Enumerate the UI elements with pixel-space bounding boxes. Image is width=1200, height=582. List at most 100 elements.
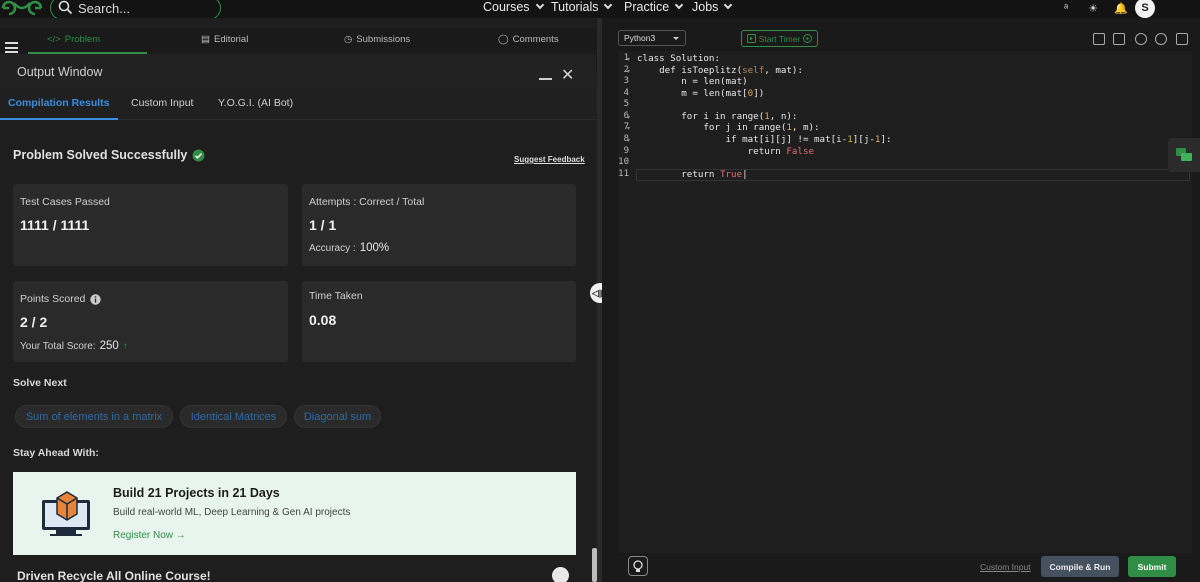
line-number: 11 bbox=[618, 169, 629, 179]
tab-problem[interactable]: </> Problem bbox=[47, 34, 100, 45]
code-line: for i in range(1, n): bbox=[637, 111, 798, 122]
code-icon: </> bbox=[47, 34, 61, 45]
tab-editorial-label: Editorial bbox=[213, 34, 249, 45]
points-label-text: Points Scored bbox=[20, 293, 86, 305]
suggest-feedback-link[interactable]: Suggest Feedback bbox=[514, 155, 585, 164]
fullscreen-icon[interactable] bbox=[1176, 33, 1188, 45]
laptop-package-icon bbox=[42, 491, 90, 536]
document-icon: ▤ bbox=[201, 34, 210, 45]
code-line: return False bbox=[637, 146, 815, 157]
attempts-value: 1 / 1 bbox=[309, 217, 337, 233]
tab-yogi-bot[interactable]: Y.O.G.I. (AI Bot) bbox=[218, 97, 293, 109]
copy-icon[interactable] bbox=[1093, 33, 1105, 45]
comment-icon: ◯ bbox=[498, 34, 509, 45]
chat-icon[interactable] bbox=[1168, 138, 1200, 172]
attempts-card: Attempts : Correct / Total 1 / 1 Accurac… bbox=[302, 184, 576, 266]
fold-icon[interactable]: ▾ bbox=[627, 125, 630, 132]
solve-next-chip[interactable]: Diagonal sum bbox=[294, 405, 381, 428]
compile-run-button[interactable]: Compile & Run bbox=[1041, 556, 1119, 577]
total-score-label: Your Total Score: bbox=[20, 340, 96, 352]
tab-problem-label: Problem bbox=[64, 34, 101, 45]
info-icon[interactable] bbox=[90, 293, 102, 305]
tab-comments[interactable]: ◯ Comments bbox=[498, 34, 559, 45]
custom-input-link[interactable]: Custom Input bbox=[980, 562, 1031, 572]
solve-next-chip[interactable]: Sum of elements in a matrix bbox=[15, 405, 173, 428]
line-number: 5 bbox=[623, 99, 629, 109]
code-line: return True| bbox=[637, 169, 748, 180]
fold-icon[interactable]: ▾ bbox=[627, 68, 630, 75]
line-number: 10 bbox=[618, 157, 629, 167]
submit-button[interactable]: Submit bbox=[1128, 556, 1176, 577]
code-line: n = len(mat) bbox=[637, 76, 748, 87]
caret-down-icon bbox=[673, 37, 679, 40]
code-line: if mat[i][j] != mat[i-1][j-1]: bbox=[637, 134, 892, 145]
nav-jobs[interactable]: Jobs bbox=[692, 0, 733, 14]
solve-next-chip[interactable]: Identical Matrices bbox=[180, 405, 287, 428]
search-input[interactable]: Search... bbox=[50, 0, 221, 20]
top-nav: Search... Courses Tutorials Practice Job… bbox=[0, 0, 1200, 20]
stay-ahead-title: Stay Ahead With: bbox=[13, 447, 99, 459]
promo-banner[interactable]: Build 21 Projects in 21 Days Build real-… bbox=[13, 472, 576, 555]
fold-icon[interactable]: ▾ bbox=[627, 114, 630, 121]
code-line: m = len(mat[0]) bbox=[637, 88, 765, 99]
nav-courses-label: Courses bbox=[483, 0, 530, 14]
points-label: Points Scored bbox=[20, 293, 102, 305]
left-panel: </> Problem ▤ Editorial ◷ Submissions ◯ Comm… bbox=[0, 18, 600, 582]
active-subtab-underline bbox=[0, 118, 118, 120]
settings-icon[interactable] bbox=[1135, 33, 1147, 45]
translate-icon[interactable]: ᵃ bbox=[1058, 0, 1074, 16]
fold-icon[interactable]: ▾ bbox=[627, 137, 630, 144]
attempts-label: Attempts : Correct / Total bbox=[309, 196, 425, 208]
test-cases-card: Test Cases Passed 1111 / 1111 bbox=[13, 184, 288, 266]
nav-practice[interactable]: Practice bbox=[624, 0, 684, 14]
play-icon bbox=[803, 34, 813, 43]
chevron-down-icon bbox=[674, 0, 684, 10]
chevron-up-icon[interactable] bbox=[552, 567, 569, 582]
nav-practice-label: Practice bbox=[624, 0, 670, 14]
status-text: Problem Solved Successfully bbox=[13, 148, 188, 162]
start-timer-button[interactable]: Start Timer bbox=[741, 30, 818, 47]
timer-icon bbox=[746, 34, 756, 43]
points-card: Points Scored 2 / 2 Your Total Score: 250… bbox=[13, 281, 288, 362]
time-card: Time Taken 0.08 bbox=[302, 281, 576, 362]
nav-courses[interactable]: Courses bbox=[483, 0, 544, 14]
nav-jobs-label: Jobs bbox=[692, 0, 719, 14]
tab-submissions[interactable]: ◷ Submissions bbox=[344, 34, 410, 45]
gfg-logo-icon[interactable] bbox=[0, 0, 44, 16]
chevron-down-icon bbox=[604, 0, 613, 10]
tab-compilation-results[interactable]: Compilation Results bbox=[8, 97, 110, 109]
arrow-up-icon: ↑ bbox=[122, 340, 128, 352]
test-cases-value: 1111 / 1111 bbox=[20, 217, 90, 233]
chevron-down-icon bbox=[724, 0, 733, 10]
menu-icon[interactable] bbox=[5, 42, 18, 53]
register-now-link[interactable]: Register Now → bbox=[113, 530, 186, 541]
tab-editorial[interactable]: ▤ Editorial bbox=[201, 34, 248, 45]
notification-bell-icon[interactable]: 🔔 bbox=[1113, 0, 1129, 16]
tab-submissions-label: Submissions bbox=[356, 34, 411, 45]
search-icon bbox=[58, 0, 73, 15]
tab-custom-input[interactable]: Custom Input bbox=[131, 97, 193, 109]
reset-icon[interactable] bbox=[1155, 33, 1167, 45]
language-value: Python3 bbox=[624, 33, 656, 43]
language-select[interactable]: Python3 bbox=[618, 30, 686, 46]
fold-icon[interactable]: ▾ bbox=[627, 56, 630, 63]
export-icon[interactable] bbox=[1113, 33, 1125, 45]
line-number: 3 bbox=[623, 76, 629, 86]
tab-comments-label: Comments bbox=[512, 34, 559, 45]
accuracy-value: 100% bbox=[359, 242, 390, 254]
points-value: 2 / 2 bbox=[20, 314, 48, 330]
solve-next-title: Solve Next bbox=[13, 377, 67, 389]
chevron-down-icon bbox=[535, 0, 544, 10]
output-window-header: Output Window ✕ bbox=[0, 54, 596, 88]
close-icon[interactable]: ✕ bbox=[561, 65, 574, 85]
bottom-section-title: Driven Recycle All Online Course! bbox=[17, 569, 211, 582]
theme-toggle-icon[interactable]: ☀ bbox=[1085, 0, 1101, 16]
search-placeholder: Search... bbox=[78, 1, 131, 16]
clock-icon: ◷ bbox=[344, 34, 353, 45]
avatar[interactable]: S bbox=[1135, 0, 1155, 18]
accuracy: Accuracy :100% bbox=[309, 242, 389, 254]
lightbulb-icon[interactable] bbox=[628, 556, 648, 576]
nav-tutorials[interactable]: Tutorials bbox=[551, 0, 613, 14]
minimize-icon[interactable] bbox=[539, 78, 552, 80]
promo-title: Build 21 Projects in 21 Days bbox=[113, 486, 280, 500]
